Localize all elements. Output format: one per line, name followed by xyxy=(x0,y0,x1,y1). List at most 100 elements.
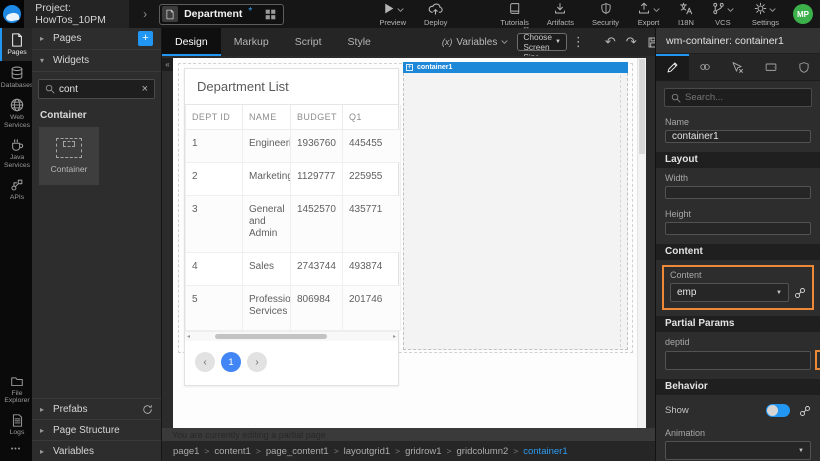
rail-more-icon[interactable]: ••• xyxy=(0,440,32,461)
pagination-next-button[interactable]: › xyxy=(247,352,267,372)
tab-styles[interactable] xyxy=(689,54,722,80)
scrollbar-thumb[interactable] xyxy=(215,334,327,339)
breadcrumb-layoutgrid1[interactable]: layoutgrid1 xyxy=(344,446,400,457)
content-select[interactable]: emp ▼ xyxy=(670,283,789,302)
preview-button[interactable]: Preview xyxy=(379,2,406,27)
pagination-page-1[interactable]: 1 xyxy=(221,352,241,372)
height-field[interactable] xyxy=(665,222,811,235)
vcs-button[interactable]: VCS xyxy=(712,2,734,27)
rail-item-logs[interactable]: Logs xyxy=(0,409,32,441)
settings-button[interactable]: Settings xyxy=(752,2,779,27)
show-label: Show xyxy=(665,405,757,416)
tab-markup[interactable]: Markup xyxy=(221,28,282,56)
table-row[interactable]: 1 Engineeri... 1936760 445455 xyxy=(186,130,401,163)
container-drop-area[interactable] xyxy=(403,73,628,350)
page-icon xyxy=(162,6,178,22)
breadcrumb-page1[interactable]: page1 xyxy=(173,446,209,457)
canvas-vertical-scrollbar[interactable] xyxy=(637,58,646,428)
show-toggle[interactable] xyxy=(766,404,790,417)
search-icon xyxy=(45,84,55,94)
collapse-left-panel-button[interactable]: « xyxy=(162,58,173,71)
screen-size-select[interactable]: -- Choose Screen Size -- ▼ xyxy=(517,33,567,51)
scroll-left-icon[interactable]: ◂ xyxy=(187,332,190,342)
add-page-button[interactable]: + xyxy=(138,31,153,46)
undo-button[interactable]: ↶ xyxy=(605,36,616,49)
breadcrumb-page-content1[interactable]: page_content1 xyxy=(266,446,339,457)
width-field[interactable] xyxy=(665,186,811,199)
prefabs-section-header[interactable]: ▸ Prefabs xyxy=(32,398,161,419)
chevron-down-icon xyxy=(653,8,660,13)
design-canvas[interactable]: « Department List DEPT ID NAME xyxy=(162,56,655,428)
table-row[interactable]: 3 General and Admin 1452570 435771 xyxy=(186,196,401,253)
container-selection-bar[interactable]: + container1 xyxy=(403,62,628,73)
user-avatar[interactable]: MP xyxy=(793,4,813,24)
branch-icon xyxy=(712,2,725,15)
widget-group-label: Container xyxy=(32,105,161,124)
bind-link-icon[interactable] xyxy=(799,405,811,417)
rail-item-java-services[interactable]: Java Services xyxy=(0,133,32,173)
widgets-section-header[interactable]: ▾ Widgets xyxy=(32,50,161,72)
more-vert-icon[interactable]: ⋮ xyxy=(572,36,585,49)
container-move-icon[interactable]: + xyxy=(406,64,413,71)
col-q1[interactable]: Q1 xyxy=(343,105,401,130)
table-row[interactable]: 4 Sales 2743744 493874 xyxy=(186,253,401,286)
settings-label: Settings xyxy=(752,18,779,27)
variables-menu[interactable]: (x) Variables xyxy=(442,37,508,48)
page-structure-section-header[interactable]: ▸ Page Structure xyxy=(32,419,161,440)
table-row[interactable]: 2 Marketing 1129777 225955 xyxy=(186,163,401,196)
page-tab-department[interactable]: Department * xyxy=(159,4,284,25)
breadcrumb-content1[interactable]: content1 xyxy=(214,446,260,457)
rail-item-pages[interactable]: Pages xyxy=(0,28,32,61)
grid-view-icon[interactable] xyxy=(265,9,276,20)
canvas-page[interactable]: Department List DEPT ID NAME BUDGET Q1 xyxy=(173,58,646,428)
table-row[interactable]: 5 Professio... Services 806984 201746 xyxy=(186,286,401,331)
table-horizontal-scrollbar[interactable]: ◂ ▸ xyxy=(185,331,398,341)
translate-icon xyxy=(679,2,693,15)
scrollbar-thumb[interactable] xyxy=(639,59,645,154)
col-dept-id[interactable]: DEPT ID xyxy=(186,105,243,130)
dropdown-arrow-icon: ▼ xyxy=(555,39,561,45)
tab-properties[interactable] xyxy=(656,54,689,80)
breadcrumb-gridcolumn2[interactable]: gridcolumn2 xyxy=(457,446,519,457)
export-button[interactable]: Export xyxy=(637,2,660,27)
properties-search-box[interactable] xyxy=(664,88,812,107)
clear-search-icon[interactable]: × xyxy=(142,83,148,95)
tab-style[interactable]: Style xyxy=(335,28,384,56)
i18n-button[interactable]: I18N xyxy=(678,2,694,27)
deploy-button[interactable]: Deploy xyxy=(424,2,447,27)
container-tag-label: container1 xyxy=(417,64,452,71)
container-widget-tile[interactable]: Container xyxy=(39,127,99,185)
rail-item-apis[interactable]: APIs xyxy=(0,173,32,206)
name-field[interactable] xyxy=(665,130,811,143)
tab-script[interactable]: Script xyxy=(282,28,335,56)
widget-search-input[interactable] xyxy=(59,84,138,95)
tab-events[interactable] xyxy=(722,54,755,80)
selected-container-widget[interactable]: + container1 xyxy=(403,62,628,350)
refresh-icon[interactable] xyxy=(142,404,153,415)
rail-item-file-explorer[interactable]: File Explorer xyxy=(0,370,32,409)
breadcrumb-gridrow1[interactable]: gridrow1 xyxy=(405,446,451,457)
deptid-field[interactable] xyxy=(665,351,811,370)
department-table-widget[interactable]: Department List DEPT ID NAME BUDGET Q1 xyxy=(184,68,399,386)
properties-search-input[interactable] xyxy=(685,92,805,103)
variables-section-header[interactable]: ▸ Variables xyxy=(32,440,161,461)
scroll-right-icon[interactable]: ▸ xyxy=(393,332,396,342)
tab-design[interactable]: Design xyxy=(162,28,221,56)
widget-search-box[interactable]: × xyxy=(38,79,155,99)
col-budget[interactable]: BUDGET xyxy=(291,105,343,130)
bind-link-icon[interactable] xyxy=(794,287,806,299)
col-name[interactable]: NAME xyxy=(243,105,291,130)
animation-select[interactable]: ▼ xyxy=(665,441,811,460)
pagination-prev-button[interactable]: ‹ xyxy=(195,352,215,372)
pages-section-header[interactable]: ▸ Pages + xyxy=(32,28,161,50)
tab-security[interactable] xyxy=(787,54,820,80)
tab-devices[interactable] xyxy=(754,54,787,80)
properties-tabs xyxy=(656,54,820,81)
breadcrumb-container1[interactable]: container1 xyxy=(523,446,567,457)
security-button[interactable]: Security xyxy=(592,2,619,27)
rail-item-web-services[interactable]: Web Services xyxy=(0,93,32,133)
rail-item-databases[interactable]: Databases xyxy=(0,61,32,94)
app-logo[interactable] xyxy=(0,0,24,28)
widgets-section-label: Widgets xyxy=(53,55,89,66)
redo-button[interactable]: ↷ xyxy=(626,36,637,49)
